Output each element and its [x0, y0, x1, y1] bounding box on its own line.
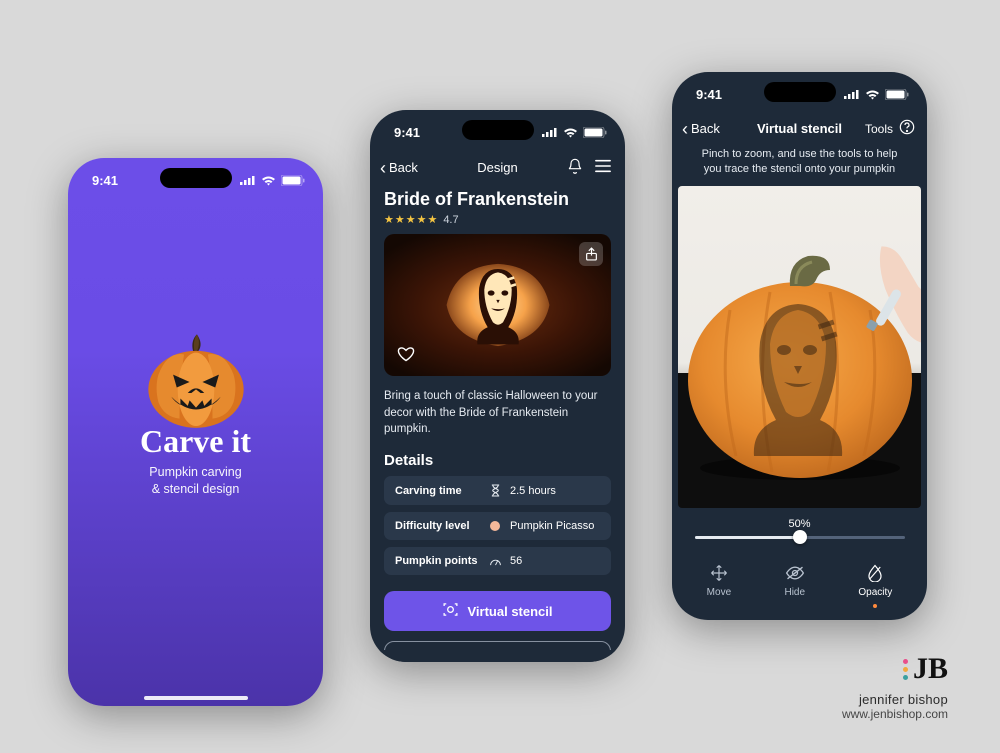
- signal-icon: [542, 127, 558, 137]
- phone-design-detail: 9:41 ‹ Back Design Brid: [370, 110, 625, 662]
- rating-value: 4.7: [443, 214, 458, 226]
- wifi-icon: [261, 175, 276, 186]
- chevron-left-icon: ‹: [380, 159, 386, 177]
- design-description: Bring a touch of classic Halloween to yo…: [384, 388, 611, 438]
- design-title: Bride of Frankenstein: [384, 189, 611, 210]
- signal-icon: [240, 175, 256, 185]
- home-indicator: [144, 696, 248, 700]
- favorite-button[interactable]: [392, 340, 420, 368]
- phone-virtual-stencil: 9:41 ‹ Back Virtual stencil Tools Pinch …: [672, 72, 927, 620]
- back-button[interactable]: ‹ Back: [380, 159, 418, 177]
- move-icon: [709, 563, 729, 583]
- gauge-icon: [487, 555, 503, 567]
- notch: [160, 168, 232, 188]
- stars-icon: ★★★★★: [384, 213, 438, 226]
- tool-opacity[interactable]: Opacity: [858, 563, 892, 608]
- credit-url: www.jenbishop.com: [842, 707, 948, 721]
- signal-icon: [844, 89, 860, 99]
- back-label: Back: [389, 160, 418, 175]
- wifi-icon: [865, 89, 880, 100]
- virtual-stencil-button[interactable]: Virtual stencil: [384, 591, 611, 631]
- app-subtitle: Pumpkin carving & stencil design: [149, 464, 241, 498]
- detail-value: 56: [510, 555, 522, 567]
- details-heading: Details: [384, 452, 611, 469]
- tools-label[interactable]: Tools: [865, 122, 893, 136]
- share-button[interactable]: [579, 242, 603, 266]
- jb-logo: JB: [842, 652, 948, 686]
- bell-icon[interactable]: [567, 158, 583, 177]
- detail-row-carving-time: Carving time 2.5 hours: [384, 476, 611, 505]
- tool-label: Move: [707, 587, 731, 598]
- detail-value: 2.5 hours: [510, 485, 556, 497]
- notch: [462, 120, 534, 140]
- notch: [764, 82, 836, 102]
- opacity-value: 50%: [788, 518, 810, 530]
- battery-icon: [583, 127, 607, 138]
- slider-thumb[interactable]: [793, 530, 807, 544]
- hourglass-icon: [487, 484, 503, 497]
- chevron-left-icon: ‹: [682, 120, 688, 138]
- menu-icon[interactable]: [595, 159, 611, 176]
- stencil-icon: [442, 601, 459, 621]
- tool-hide[interactable]: Hide: [784, 563, 805, 608]
- opacity-slider[interactable]: [695, 536, 905, 539]
- back-label: Back: [691, 121, 720, 136]
- status-time: 9:41: [92, 173, 118, 188]
- back-button[interactable]: ‹ Back: [682, 120, 720, 138]
- credit: JB jennifer bishop www.jenbishop.com: [842, 652, 948, 721]
- status-time: 9:41: [394, 125, 420, 140]
- hint-text: Pinch to zoom, and use the tools to help…: [672, 143, 927, 186]
- detail-row-difficulty: Difficulty level Pumpkin Picasso: [384, 512, 611, 540]
- camera-preview[interactable]: [678, 186, 921, 508]
- phone-splash: 9:41: [68, 158, 323, 706]
- detail-label: Carving time: [395, 485, 487, 497]
- battery-icon: [281, 175, 305, 186]
- status-time: 9:41: [696, 87, 722, 102]
- app-title: Carve it: [140, 423, 251, 460]
- detail-value: Pumpkin Picasso: [510, 520, 594, 532]
- opacity-icon: [865, 563, 885, 583]
- button-label: Virtual stencil: [467, 604, 552, 619]
- wifi-icon: [563, 127, 578, 138]
- detail-label: Difficulty level: [395, 520, 487, 532]
- detail-label: Pumpkin points: [395, 555, 487, 567]
- credit-name: jennifer bishop: [842, 692, 948, 707]
- pumpkin-logo: [136, 327, 256, 437]
- tool-label: Hide: [784, 587, 805, 598]
- detail-row-points: Pumpkin points 56: [384, 547, 611, 575]
- tool-move[interactable]: Move: [707, 563, 731, 608]
- active-indicator: [873, 604, 877, 608]
- help-icon[interactable]: [899, 119, 915, 138]
- hide-icon: [785, 563, 805, 583]
- tool-label: Opacity: [858, 587, 892, 598]
- difficulty-dot-icon: [487, 521, 503, 531]
- battery-icon: [885, 89, 909, 100]
- rating: ★★★★★ 4.7: [384, 213, 611, 226]
- design-hero-image: [384, 234, 611, 376]
